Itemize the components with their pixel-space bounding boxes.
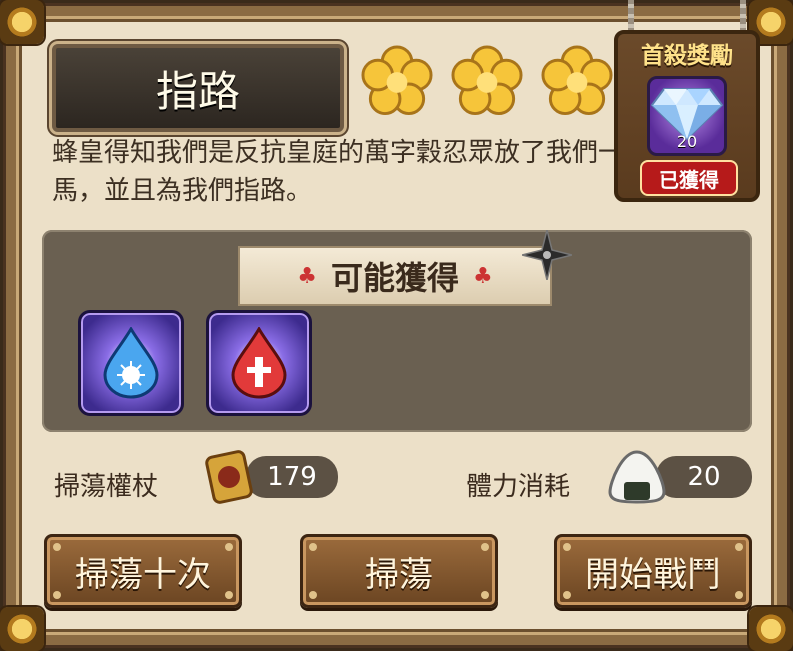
star-rating: [360, 44, 614, 118]
reward-title: 首殺獎勵: [641, 43, 733, 69]
sweep-ten-button[interactable]: 掃蕩十次: [44, 534, 242, 608]
red-blood-drop-icon: [231, 327, 287, 399]
start-battle-label: 開始戰鬥: [585, 554, 721, 595]
shuriken-icon: [522, 230, 572, 280]
rice-ball-icon: [608, 450, 666, 504]
corner-ornament: [749, 607, 793, 651]
start-battle-button[interactable]: 開始戰鬥: [554, 534, 752, 608]
corner-ornament: [0, 607, 44, 651]
stamina-cost-value: 20: [656, 456, 752, 498]
stage-title-text: 指路: [155, 66, 240, 116]
drops-banner: ♣ 可能獲得 ♣: [238, 246, 552, 306]
corner-ornament: [0, 0, 44, 44]
sweep-button[interactable]: 掃蕩: [300, 534, 498, 608]
sweep-scepter-count: 179: [246, 456, 338, 498]
obtained-badge: 已獲得: [640, 160, 738, 196]
star-icon: [361, 45, 433, 116]
drop-item-red-blood[interactable]: [206, 310, 312, 416]
sweep-scepter-label: 掃蕩權杖: [54, 472, 159, 502]
sweep-ten-label: 掃蕩十次: [75, 554, 211, 595]
star-icon: [541, 45, 613, 116]
stage-description: 蜂皇得知我們是反抗皇庭的萬字穀忍眾放了我們一馬，並且為我們指路。: [52, 138, 625, 206]
possible-drops-panel: ♣ 可能獲得 ♣: [42, 230, 752, 432]
clan-mark-icon: ♣: [297, 263, 317, 289]
clan-mark-icon: ♣: [473, 263, 493, 289]
stage-title: 指路: [52, 44, 344, 132]
blue-water-drop-icon: [103, 327, 159, 399]
stamina-cost-label: 體力消耗: [466, 472, 571, 502]
drop-item-blue-water[interactable]: [78, 310, 184, 416]
reward-count: 20: [676, 132, 698, 151]
star-icon: [451, 45, 523, 116]
reward-item-slot[interactable]: 20: [647, 76, 727, 156]
chain: [740, 0, 746, 34]
sweep-label: 掃蕩: [365, 554, 433, 595]
drops-title: 可能獲得: [330, 259, 459, 297]
chain: [628, 0, 634, 34]
first-clear-reward[interactable]: 首殺獎勵 20 已獲得: [614, 0, 760, 202]
sweep-scepter-icon: [205, 450, 253, 504]
